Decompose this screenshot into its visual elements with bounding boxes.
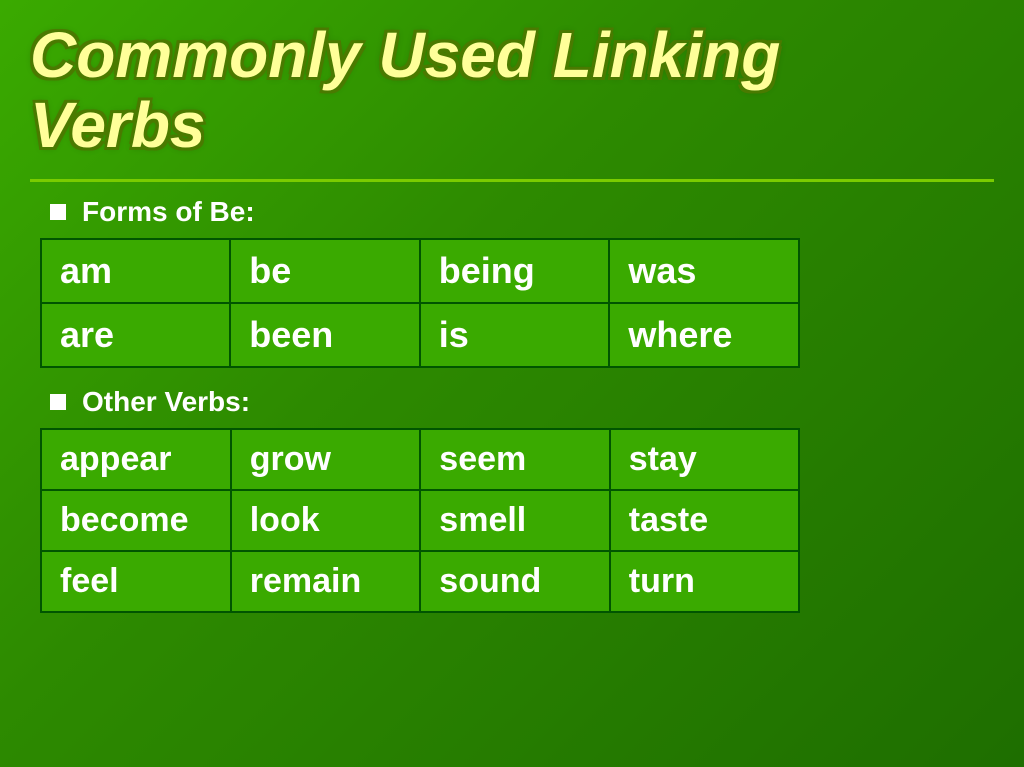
table-row: becomelooksmelltaste xyxy=(41,490,799,551)
table-cell: be xyxy=(230,239,419,303)
slide: Commonly Used Linking Verbs Forms of Be:… xyxy=(0,0,1024,767)
title-line2: Verbs xyxy=(30,89,206,161)
forms-of-be-label: Forms of Be: xyxy=(50,196,994,228)
forms-of-be-table: ambebeingwasarebeeniswhere xyxy=(40,238,800,368)
table-cell: appear xyxy=(41,429,231,490)
bullet-icon xyxy=(50,204,66,220)
table-cell: turn xyxy=(610,551,799,612)
bullet-icon-2 xyxy=(50,394,66,410)
table-cell: being xyxy=(420,239,610,303)
table-cell: am xyxy=(41,239,230,303)
title-line1: Commonly Used Linking xyxy=(30,19,780,91)
table-cell: remain xyxy=(231,551,421,612)
other-verbs-label: Other Verbs: xyxy=(50,386,994,418)
table-row: appeargrowseemstay xyxy=(41,429,799,490)
other-verbs-table: appeargrowseemstaybecomelooksmelltastefe… xyxy=(40,428,800,613)
table-cell: been xyxy=(230,303,419,367)
table-row: feelremainsoundturn xyxy=(41,551,799,612)
table-cell: is xyxy=(420,303,610,367)
other-verbs-text: Other Verbs: xyxy=(82,386,250,418)
table-row: ambebeingwas xyxy=(41,239,799,303)
table-row: arebeeniswhere xyxy=(41,303,799,367)
table-cell: stay xyxy=(610,429,799,490)
title-divider xyxy=(30,179,994,182)
table-cell: seem xyxy=(420,429,609,490)
slide-title: Commonly Used Linking Verbs xyxy=(30,20,994,161)
table-cell: become xyxy=(41,490,231,551)
table-cell: was xyxy=(609,239,799,303)
table-cell: feel xyxy=(41,551,231,612)
table-cell: grow xyxy=(231,429,421,490)
forms-of-be-text: Forms of Be: xyxy=(82,196,255,228)
table-cell: look xyxy=(231,490,421,551)
table-cell: taste xyxy=(610,490,799,551)
table-cell: where xyxy=(609,303,799,367)
table-cell: smell xyxy=(420,490,609,551)
table-cell: sound xyxy=(420,551,609,612)
table-cell: are xyxy=(41,303,230,367)
